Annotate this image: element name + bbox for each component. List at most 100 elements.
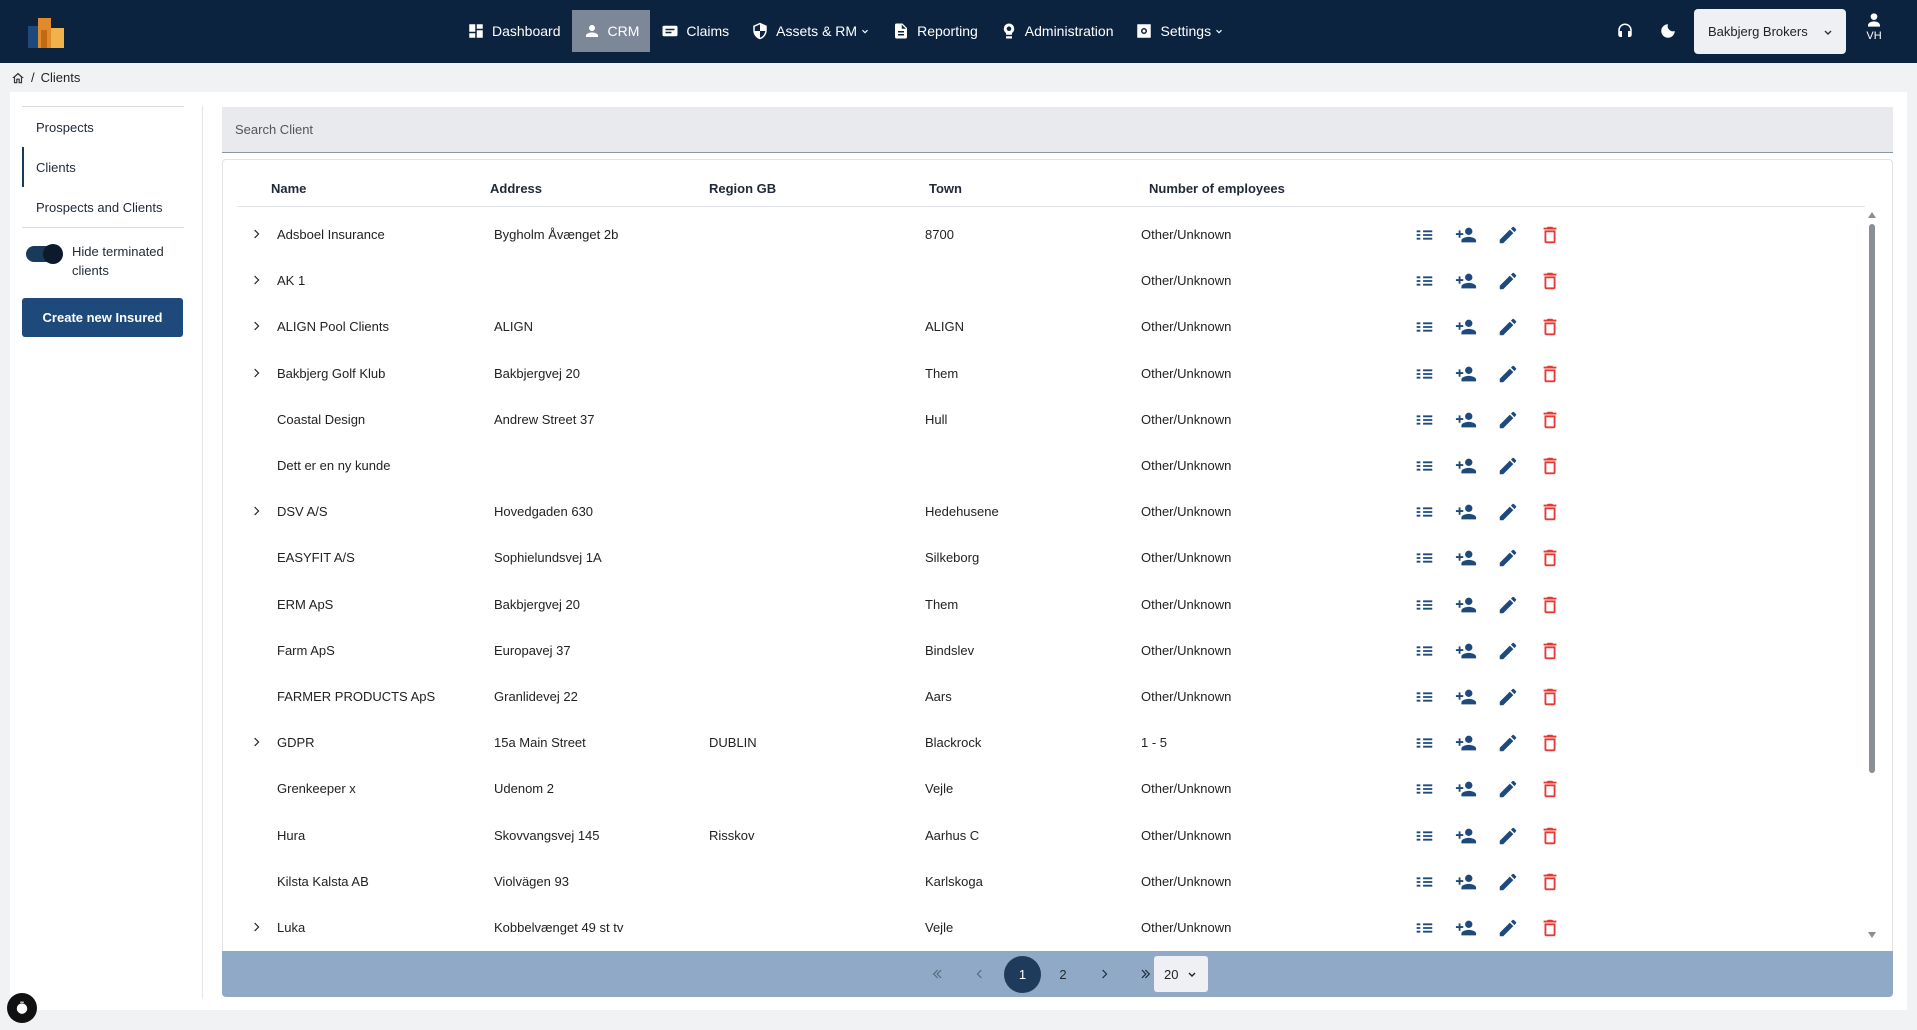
view-details-button[interactable] bbox=[1413, 732, 1435, 754]
table-scrollbar[interactable] bbox=[1868, 210, 1876, 940]
nav-settings[interactable]: Settings bbox=[1124, 10, 1235, 52]
table-row[interactable]: Coastal Design Andrew Street 37 Hull Other/… bbox=[237, 397, 1865, 443]
delete-button[interactable] bbox=[1539, 547, 1561, 569]
table-row[interactable]: AK 1 Other/Unknown bbox=[237, 258, 1865, 304]
view-details-button[interactable] bbox=[1413, 316, 1435, 338]
search-client-field[interactable] bbox=[222, 107, 1893, 153]
delete-button[interactable] bbox=[1539, 363, 1561, 385]
nav-dashboard[interactable]: Dashboard bbox=[456, 10, 572, 52]
support-headset-icon[interactable] bbox=[1616, 22, 1634, 40]
view-details-button[interactable] bbox=[1413, 270, 1435, 292]
dark-mode-moon-icon[interactable] bbox=[1659, 22, 1677, 40]
delete-button[interactable] bbox=[1539, 640, 1561, 662]
delete-button[interactable] bbox=[1539, 409, 1561, 431]
sidebar-item-prospects[interactable]: Prospects bbox=[22, 107, 184, 147]
delete-button[interactable] bbox=[1539, 455, 1561, 477]
edit-button[interactable] bbox=[1497, 825, 1519, 847]
edit-button[interactable] bbox=[1497, 409, 1519, 431]
table-row[interactable]: Luka Kobbelvænget 49 st tv Vejle Other/Unkn… bbox=[237, 905, 1865, 951]
edit-button[interactable] bbox=[1497, 640, 1519, 662]
view-details-button[interactable] bbox=[1413, 871, 1435, 893]
delete-button[interactable] bbox=[1539, 594, 1561, 616]
add-contact-button[interactable] bbox=[1455, 640, 1477, 662]
next-page-button[interactable] bbox=[1086, 956, 1122, 992]
timer-widget[interactable] bbox=[7, 993, 37, 1023]
table-row[interactable]: Dett er en ny kunde Other/Unknown bbox=[237, 443, 1865, 489]
delete-button[interactable] bbox=[1539, 732, 1561, 754]
edit-button[interactable] bbox=[1497, 316, 1519, 338]
edit-button[interactable] bbox=[1497, 594, 1519, 616]
table-row[interactable]: EASYFIT A/S Sophielundsvej 1A Silkeborg Oth… bbox=[237, 535, 1865, 581]
view-details-button[interactable] bbox=[1413, 917, 1435, 939]
add-contact-button[interactable] bbox=[1455, 732, 1477, 754]
scroll-up-arrow[interactable] bbox=[1868, 212, 1876, 218]
add-contact-button[interactable] bbox=[1455, 686, 1477, 708]
hide-terminated-toggle[interactable] bbox=[26, 244, 63, 264]
expand-row-button[interactable] bbox=[249, 273, 263, 287]
add-contact-button[interactable] bbox=[1455, 363, 1477, 385]
add-contact-button[interactable] bbox=[1455, 917, 1477, 939]
edit-button[interactable] bbox=[1497, 501, 1519, 523]
delete-button[interactable] bbox=[1539, 686, 1561, 708]
add-contact-button[interactable] bbox=[1455, 594, 1477, 616]
expand-row-button[interactable] bbox=[249, 227, 263, 241]
column-header-name[interactable]: Name bbox=[271, 181, 306, 196]
table-row[interactable]: Grenkeeper x Udenom 2 Vejle Other/Unknown bbox=[237, 766, 1865, 812]
table-row[interactable]: Bakbjerg Golf Klub Bakbjergvej 20 Them Othe… bbox=[237, 351, 1865, 397]
edit-button[interactable] bbox=[1497, 547, 1519, 569]
add-contact-button[interactable] bbox=[1455, 825, 1477, 847]
add-contact-button[interactable] bbox=[1455, 501, 1477, 523]
delete-button[interactable] bbox=[1539, 917, 1561, 939]
delete-button[interactable] bbox=[1539, 825, 1561, 847]
edit-button[interactable] bbox=[1497, 455, 1519, 477]
add-contact-button[interactable] bbox=[1455, 224, 1477, 246]
view-details-button[interactable] bbox=[1413, 825, 1435, 847]
previous-page-button[interactable] bbox=[962, 956, 998, 992]
edit-button[interactable] bbox=[1497, 871, 1519, 893]
add-contact-button[interactable] bbox=[1455, 455, 1477, 477]
delete-button[interactable] bbox=[1539, 778, 1561, 800]
sidebar-item-prospects-and-clients[interactable]: Prospects and Clients bbox=[22, 187, 184, 227]
delete-button[interactable] bbox=[1539, 270, 1561, 292]
nav-claims[interactable]: Claims bbox=[650, 10, 740, 52]
view-details-button[interactable] bbox=[1413, 409, 1435, 431]
view-details-button[interactable] bbox=[1413, 224, 1435, 246]
app-logo[interactable] bbox=[28, 16, 68, 48]
table-row[interactable]: Adsboel Insurance Bygholm Åvænget 2b 8700 O… bbox=[237, 212, 1865, 258]
view-details-button[interactable] bbox=[1413, 547, 1435, 569]
add-contact-button[interactable] bbox=[1455, 547, 1477, 569]
table-row[interactable]: Hura Skovvangsvej 145 Risskov Aarhus C Other… bbox=[237, 813, 1865, 859]
nav-reporting[interactable]: Reporting bbox=[881, 10, 989, 52]
page-1-button[interactable]: 1 bbox=[1004, 956, 1041, 993]
delete-button[interactable] bbox=[1539, 871, 1561, 893]
table-row[interactable]: DSV A/S Hovedgaden 630 Hedehusene Other/Unk… bbox=[237, 489, 1865, 535]
add-contact-button[interactable] bbox=[1455, 778, 1477, 800]
add-contact-button[interactable] bbox=[1455, 316, 1477, 338]
scroll-down-arrow[interactable] bbox=[1868, 932, 1876, 938]
expand-row-button[interactable] bbox=[249, 319, 263, 333]
table-row[interactable]: Kilsta Kalsta AB Violvägen 93 Karlskoga Oth… bbox=[237, 859, 1865, 905]
table-row[interactable]: Farm ApS Europavej 37 Bindslev Other/Unknow… bbox=[237, 628, 1865, 674]
nav-administration[interactable]: Administration bbox=[989, 10, 1125, 52]
expand-row-button[interactable] bbox=[249, 504, 263, 518]
add-contact-button[interactable] bbox=[1455, 871, 1477, 893]
delete-button[interactable] bbox=[1539, 501, 1561, 523]
page-2-button[interactable]: 2 bbox=[1045, 956, 1081, 992]
column-header-address[interactable]: Address bbox=[490, 181, 542, 196]
broker-select[interactable]: Bakbjerg Brokers bbox=[1694, 9, 1846, 54]
table-row[interactable]: ALIGN Pool Clients ALIGN ALIGN Other/Unknow… bbox=[237, 304, 1865, 350]
view-details-button[interactable] bbox=[1413, 686, 1435, 708]
nav-crm[interactable]: CRM bbox=[571, 10, 651, 52]
delete-button[interactable] bbox=[1539, 224, 1561, 246]
expand-row-button[interactable] bbox=[249, 735, 263, 749]
edit-button[interactable] bbox=[1497, 686, 1519, 708]
edit-button[interactable] bbox=[1497, 778, 1519, 800]
add-contact-button[interactable] bbox=[1455, 270, 1477, 292]
expand-row-button[interactable] bbox=[249, 920, 263, 934]
table-row[interactable]: ERM ApS Bakbjergvej 20 Them Other/Unknown bbox=[237, 582, 1865, 628]
view-details-button[interactable] bbox=[1413, 455, 1435, 477]
view-details-button[interactable] bbox=[1413, 594, 1435, 616]
home-icon[interactable] bbox=[11, 71, 25, 85]
edit-button[interactable] bbox=[1497, 270, 1519, 292]
table-row[interactable]: GDPR 15a Main Street DUBLIN Blackrock 1 - 5 bbox=[237, 720, 1865, 766]
